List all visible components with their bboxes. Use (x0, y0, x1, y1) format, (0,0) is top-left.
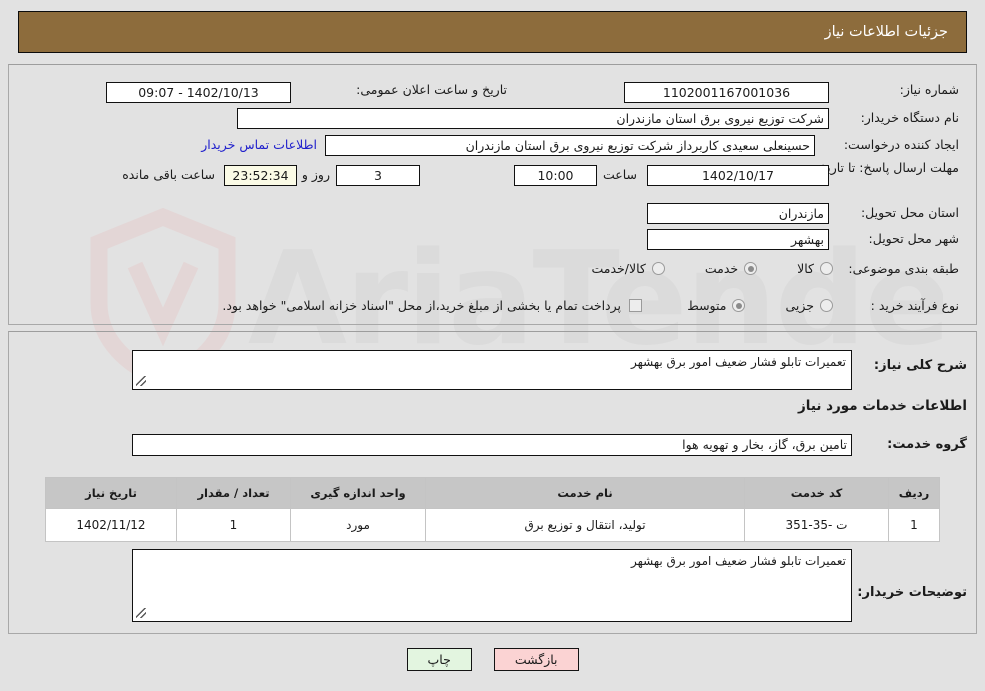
buyer-contact-link[interactable]: اطلاعات تماس خریدار (201, 137, 317, 152)
buyer-notes-textarea[interactable]: تعمیرات تابلو فشار ضعیف امور برق بهشهر (132, 549, 852, 622)
category-option-kala-khedmat[interactable]: کالا/خدمت (591, 261, 665, 276)
countdown-label: ساعت باقی مانده (122, 167, 215, 182)
delivery-city-field: بهشهر (647, 229, 829, 250)
remaining-days-label: روز و (301, 167, 330, 182)
row-need-number: شماره نیاز: (900, 82, 959, 97)
purchase-option-jozi-label: جزیی (785, 298, 814, 313)
delivery-city-label: شهر محل تحویل: (868, 231, 959, 246)
purchase-option-motavasset[interactable]: متوسط (687, 298, 746, 313)
radio-khedmat[interactable] (744, 262, 758, 275)
service-group-field: تامین برق، گاز، بخار و تهویه هوا (132, 434, 852, 456)
category-option-khedmat[interactable]: خدمت (704, 261, 758, 276)
purchase-type-options: جزیی متوسط (687, 298, 833, 313)
need-number-label: شماره نیاز: (899, 82, 959, 97)
deadline-date-field: 1402/10/17 (647, 165, 829, 186)
footer-buttons: بازگشت چاپ (0, 648, 985, 671)
category-options: کالا خدمت کالا/خدمت (591, 261, 833, 276)
buyer-notes-label: توضیحات خریدار: (857, 585, 967, 600)
row-public-announce: تاریخ و ساعت اعلان عمومی: (356, 82, 507, 97)
row-purchase-type: نوع فرآیند خرید : (871, 298, 959, 313)
row-category: طبقه بندی موضوعی: (848, 261, 959, 276)
page-header-bar: جزئیات اطلاعات نیاز (18, 11, 967, 53)
purchase-type-label: نوع فرآیند خرید : (870, 298, 959, 313)
radio-jozi[interactable] (820, 299, 833, 312)
general-desc-textarea[interactable]: تعمیرات تابلو فشار ضعیف امور برق بهشهر (132, 350, 852, 390)
delivery-province-label: استان محل تحویل: (860, 205, 959, 220)
public-announce-field: 1402/10/13 - 09:07 (106, 82, 291, 103)
category-option-khedmat-label: خدمت (704, 261, 739, 276)
need-number-field: 1102001167001036 (624, 82, 829, 103)
radio-kala[interactable] (820, 262, 833, 275)
service-section-title: اطلاعات خدمات مورد نیاز (797, 398, 967, 414)
remaining-days-field: 3 (336, 165, 420, 186)
countdown-field: 23:52:34 (224, 165, 297, 186)
category-option-kala-khedmat-label: کالا/خدمت (591, 261, 646, 276)
need-summary-panel (8, 64, 977, 325)
delivery-province-field: مازندران (647, 203, 829, 224)
row-buyer-org: نام دستگاه خریدار: (861, 110, 959, 125)
print-button[interactable]: چاپ (406, 648, 472, 671)
radio-kala-khedmat[interactable] (651, 262, 665, 275)
public-announce-label: تاریخ و ساعت اعلان عمومی: (356, 82, 507, 97)
buyer-org-field: شرکت توزیع نیروی برق استان مازندران (237, 108, 829, 129)
buyer-org-label: نام دستگاه خریدار: (860, 110, 959, 125)
purchase-option-motavasset-label: متوسط (687, 298, 727, 313)
row-delivery-city: شهر محل تحویل: (869, 231, 959, 246)
deadline-time-field: 10:00 (514, 165, 597, 186)
service-group-label: گروه خدمت: (887, 437, 967, 452)
treasury-docs-checkbox[interactable] (629, 299, 642, 312)
category-label: طبقه بندی موضوعی: (848, 261, 959, 276)
purchase-option-jozi[interactable]: جزیی (785, 298, 833, 313)
deadline-label: مهلت ارسال پاسخ: تا تاریخ: (814, 160, 959, 175)
general-desc-label: شرح کلی نیاز: (873, 358, 967, 373)
treasury-docs-text: پرداخت تمام یا بخشی از مبلغ خرید،از محل … (222, 298, 621, 313)
category-option-kala[interactable]: کالا (797, 261, 833, 276)
request-creator-field: حسینعلی سعیدی کاربرداز شرکت توزیع نیروی … (325, 135, 815, 156)
row-deadline-label: مهلت ارسال پاسخ: تا تاریخ: (815, 160, 959, 176)
category-option-kala-label: کالا (797, 261, 814, 276)
row-request-creator: ایجاد کننده درخواست: (844, 137, 959, 152)
request-creator-label: ایجاد کننده درخواست: (843, 137, 959, 152)
row-delivery-province: استان محل تحویل: (861, 205, 959, 220)
radio-motavasset[interactable] (732, 299, 746, 312)
deadline-time-label: ساعت (602, 167, 637, 182)
back-button[interactable]: بازگشت (493, 648, 579, 671)
page-title: جزئیات اطلاعات نیاز (824, 24, 948, 40)
